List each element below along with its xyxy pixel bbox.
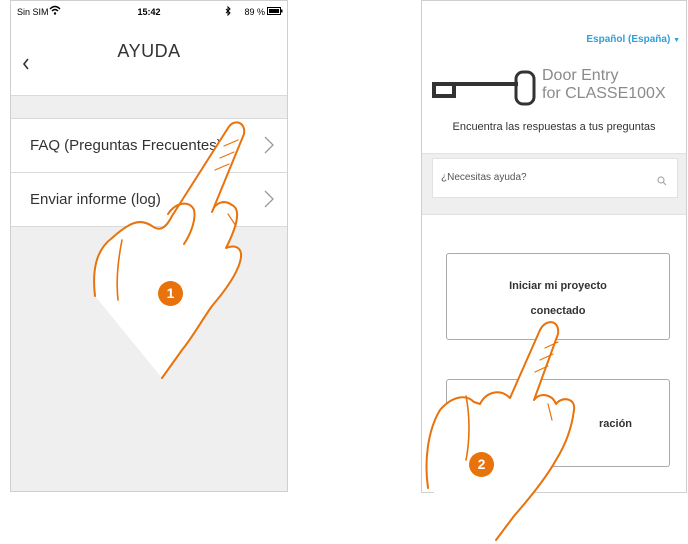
language-selector[interactable]: Español (España) ▼ (586, 34, 680, 45)
pointing-hand-2 (425, 321, 576, 541)
tagline: Encuentra las respuestas a tus preguntas (452, 121, 656, 133)
logo-subtitle: for CLASSE100X (542, 85, 666, 102)
step-badge-1: 1 (158, 281, 183, 306)
pointing-hand-1 (93, 121, 246, 379)
language-label: Español (España) (586, 34, 671, 45)
search-icon[interactable] (657, 173, 667, 191)
page-title: AYUDA (117, 41, 181, 61)
battery-percent: 89 % (244, 7, 265, 17)
caret-down-icon: ▼ (673, 37, 680, 44)
search-input[interactable]: ¿Necesitas ayuda? (432, 158, 678, 198)
search-placeholder: ¿Necesitas ayuda? (441, 172, 527, 183)
logo-title: Door Entry (542, 67, 619, 84)
navigation-bar: AYUDA (11, 23, 287, 96)
card-label-line1: Iniciar mi proyecto (509, 280, 607, 292)
door-entry-key-logo (430, 70, 540, 111)
step-badge-2: 2 (469, 452, 494, 477)
battery-icon (267, 7, 283, 17)
bluetooth-icon (225, 5, 231, 18)
status-bar: Sin SIM 15:42 89 % (11, 1, 287, 23)
